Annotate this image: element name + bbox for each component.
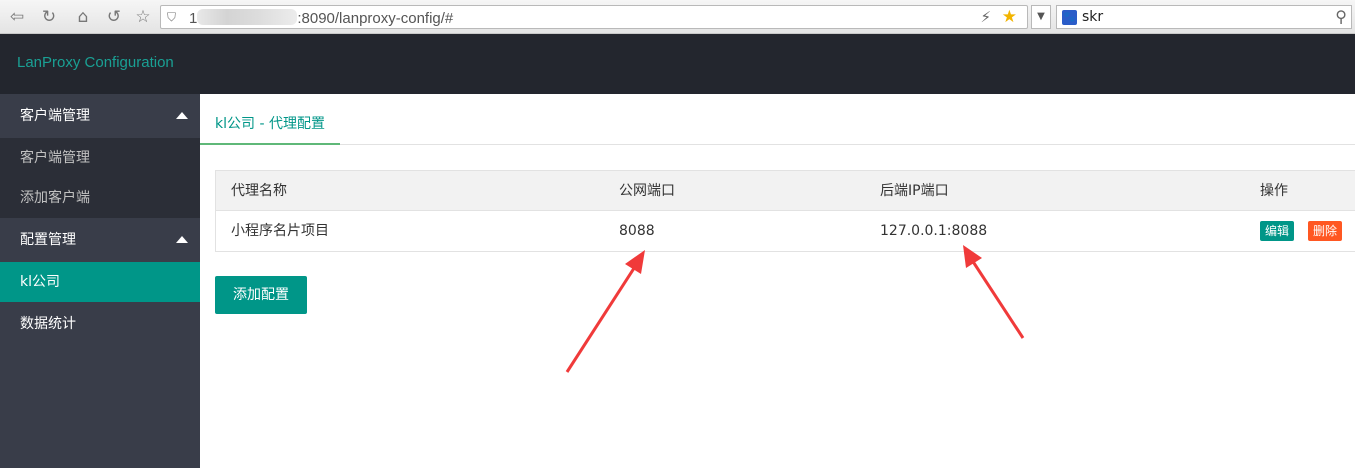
delete-button[interactable]: 删除: [1308, 221, 1343, 241]
app-header: LanProxy Configuration: [0, 34, 1355, 94]
tab-bar: kl公司 - 代理配置: [200, 94, 1355, 145]
caret-up-icon: [176, 112, 188, 119]
proxy-name-cell: 小程序名片项目: [231, 223, 329, 239]
sidebar: 客户端管理 客户端管理 添加客户端 配置管理 kl公司 数据统计: [0, 94, 200, 468]
sidebar-item-kl-company[interactable]: kl公司: [0, 262, 200, 302]
public-port-cell: 8088: [619, 223, 655, 239]
bookmark-star-icon[interactable]: ☆: [132, 6, 154, 28]
app-title[interactable]: LanProxy Configuration: [17, 54, 174, 71]
sidebar-submenu: kl公司: [0, 262, 200, 302]
sidebar-item-stats[interactable]: 数据统计: [0, 302, 200, 346]
column-header: 代理名称: [231, 183, 287, 199]
address-bar[interactable]: ⛉ 1:8090/lanproxy-config/# ⚡ ★: [160, 5, 1028, 29]
search-bar[interactable]: 🐾 skr ⚲: [1056, 5, 1352, 29]
column-header: 公网端口: [619, 183, 675, 199]
edit-button[interactable]: 编辑: [1260, 221, 1295, 241]
column-header: 操作: [1260, 183, 1288, 199]
shield-icon: ⛉: [167, 10, 177, 24]
sidebar-group-config[interactable]: 配置管理: [0, 218, 200, 262]
table-header: 代理名称 公网端口 后端IP端口 操作: [216, 171, 1355, 211]
arrow-to-public-port: [565, 250, 645, 373]
search-icon[interactable]: ⚲: [1335, 7, 1347, 26]
browser-toolbar: ⇦ ↻ ⌂ ↺ ☆ ⛉ 1:8090/lanproxy-config/# ⚡ ★…: [0, 0, 1355, 34]
undo-icon[interactable]: ↺: [103, 6, 125, 28]
caret-up-icon: [176, 236, 188, 243]
backend-cell: 127.0.0.1:8088: [880, 223, 988, 239]
arrow-to-backend: [963, 245, 1025, 339]
tab-proxy-config[interactable]: kl公司 - 代理配置: [200, 94, 340, 145]
sidebar-group-label: 客户端管理: [20, 108, 90, 124]
sidebar-item-add-client[interactable]: 添加客户端: [0, 178, 200, 218]
sidebar-item-client-manage[interactable]: 客户端管理: [0, 138, 200, 178]
sidebar-submenu: 客户端管理 添加客户端: [0, 138, 200, 218]
lightning-icon[interactable]: ⚡: [980, 8, 991, 26]
add-config-button[interactable]: 添加配置: [215, 276, 307, 314]
back-arrow-icon[interactable]: ⇦: [6, 6, 28, 28]
sidebar-group-client[interactable]: 客户端管理: [0, 94, 200, 138]
column-header: 后端IP端口: [880, 183, 949, 199]
reload-icon[interactable]: ↻: [38, 6, 60, 28]
url-redacted: [197, 9, 298, 25]
home-icon[interactable]: ⌂: [72, 6, 94, 28]
proxy-table: 代理名称 公网端口 后端IP端口 操作 小程序名片项目 8088 127.0.0…: [215, 170, 1355, 252]
url-dropdown-button[interactable]: ▼: [1031, 5, 1051, 29]
sidebar-group-label: 配置管理: [20, 232, 76, 248]
baidu-paw-icon[interactable]: 🐾: [1062, 10, 1077, 25]
favorite-star-icon[interactable]: ★: [1002, 7, 1017, 27]
table-row: 小程序名片项目 8088 127.0.0.1:8088 编辑 删除: [216, 211, 1355, 251]
url-text: 1:8090/lanproxy-config/#: [189, 9, 454, 27]
search-input[interactable]: skr: [1082, 9, 1103, 25]
